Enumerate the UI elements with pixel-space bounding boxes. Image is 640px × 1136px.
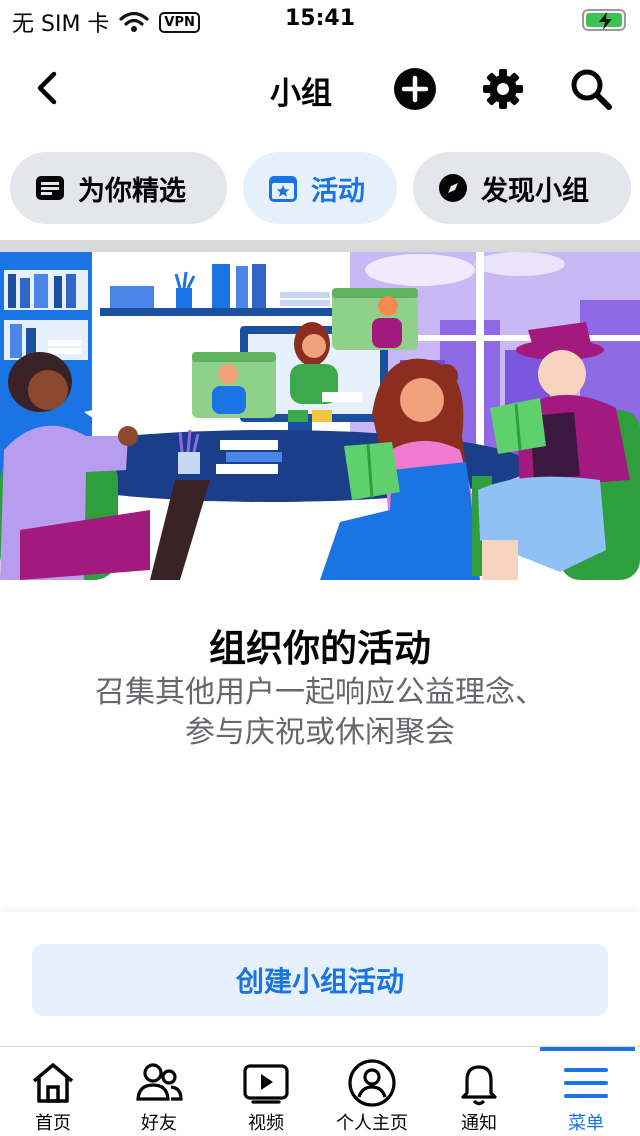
gear-icon xyxy=(483,69,523,109)
profile-icon xyxy=(348,1059,396,1107)
chip-discover[interactable]: 发现小组 xyxy=(413,152,631,224)
tab-profile[interactable]: 个人主页 xyxy=(319,1047,425,1136)
events-illustration xyxy=(0,240,640,580)
status-bar: 无 SIM 卡 VPN 15:41 xyxy=(0,0,640,40)
filter-chips: 为你精选 活动 发现小组 xyxy=(0,152,640,224)
description-line-1: 召集其他用户一起响应公益理念、 xyxy=(95,675,545,710)
tab-label: 视频 xyxy=(248,1113,284,1134)
headline: 组织你的活动 xyxy=(209,627,431,670)
chevron-left-icon xyxy=(37,71,57,105)
chip-label: 活动 xyxy=(311,175,365,207)
chip-for-you[interactable]: 为你精选 xyxy=(10,152,227,224)
chip-label: 为你精选 xyxy=(78,175,186,207)
tab-video[interactable]: 视频 xyxy=(213,1047,319,1136)
bell-icon xyxy=(461,1065,497,1106)
video-icon xyxy=(243,1064,289,1104)
navigation-bar: 小组 xyxy=(0,56,640,122)
page-title: 小组 xyxy=(270,76,332,112)
create-group-event-button[interactable]: 创建小组活动 xyxy=(32,944,608,1016)
status-time: 15:41 xyxy=(284,6,356,31)
tab-label: 好友 xyxy=(141,1113,177,1134)
tab-notifications[interactable]: 通知 xyxy=(426,1047,532,1136)
calendar-star-icon xyxy=(269,176,297,202)
back-button[interactable] xyxy=(26,66,70,110)
tab-home[interactable]: 首页 xyxy=(0,1047,106,1136)
tab-bar: 首页 好友 视频 个人主页 通知 菜单 xyxy=(0,1046,640,1136)
feed-icon xyxy=(36,176,64,200)
description-line-2: 参与庆祝或休闲聚会 xyxy=(185,715,455,750)
action-panel: 创建小组活动 xyxy=(0,912,640,1046)
tab-friends[interactable]: 好友 xyxy=(106,1047,212,1136)
chip-label: 发现小组 xyxy=(481,175,589,207)
tab-menu[interactable]: 菜单 xyxy=(533,1047,639,1136)
search-icon xyxy=(571,69,612,110)
battery-icon xyxy=(582,9,626,31)
compass-icon xyxy=(439,174,467,202)
friends-icon xyxy=(136,1063,183,1101)
tab-label: 通知 xyxy=(461,1113,497,1134)
home-icon xyxy=(32,1063,74,1103)
settings-button[interactable] xyxy=(480,66,526,112)
create-button[interactable] xyxy=(392,66,438,112)
search-button[interactable] xyxy=(568,66,614,112)
tab-label: 首页 xyxy=(35,1113,71,1134)
plus-circle-icon xyxy=(394,68,436,110)
chip-events[interactable]: 活动 xyxy=(243,152,397,224)
tab-label: 菜单 xyxy=(568,1113,604,1134)
tab-label: 个人主页 xyxy=(336,1113,408,1134)
menu-icon xyxy=(564,1068,608,1098)
